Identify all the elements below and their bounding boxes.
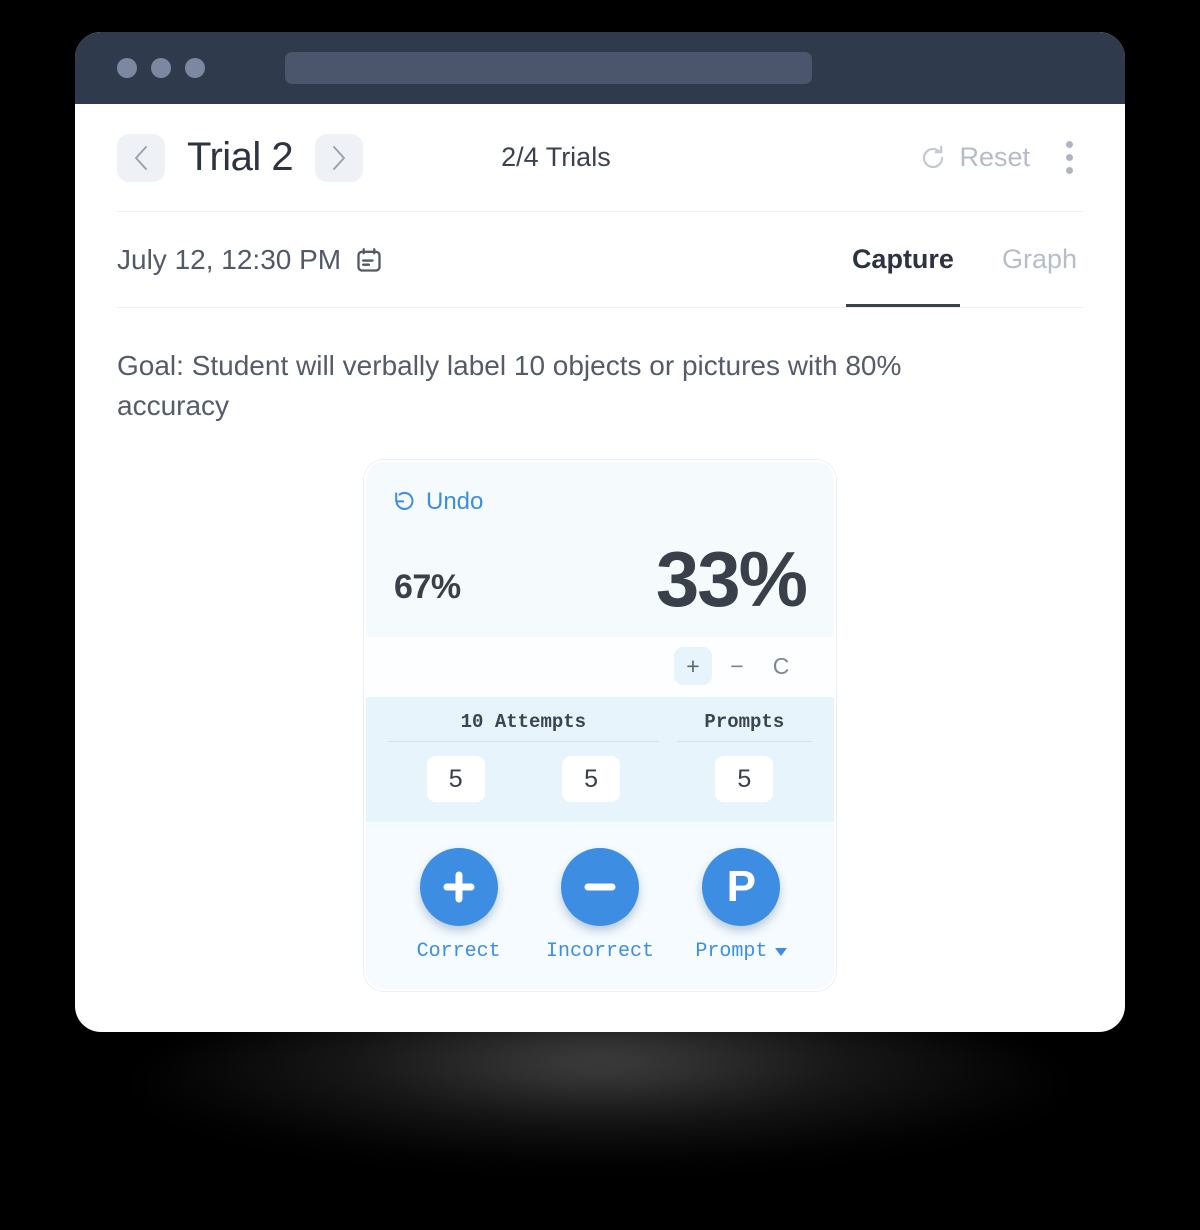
maximize-window-dot[interactable] (185, 58, 205, 78)
data-card-wrapper: Undo 67% 33% + − C 10 Attempts Prompts 5… (117, 426, 1083, 992)
primary-percentage: 33% (655, 534, 808, 623)
letter-p-icon: P (726, 862, 756, 912)
percentage-row: 67% 33% (392, 516, 808, 638)
prompt-label-text: Prompt (695, 940, 768, 964)
correct-count-field[interactable]: 5 (426, 756, 485, 803)
incorrect-button-label: Incorrect (545, 940, 654, 964)
prompt-button-label: Prompt (695, 940, 788, 964)
prompts-header: Prompts (676, 711, 812, 743)
chevron-right-icon (333, 145, 346, 170)
traffic-lights (117, 58, 205, 78)
session-date-picker[interactable]: July 12, 12:30 PM (117, 244, 383, 276)
screenshot-stage: Trial 2 2/4 Trials Reset July 12, 12:30 … (0, 0, 1200, 1230)
clear-button[interactable]: C (762, 647, 800, 685)
tab-capture[interactable]: Capture (845, 212, 960, 307)
prompts-count-field[interactable]: 5 (715, 756, 774, 803)
prompts-value-cell: 5 (677, 756, 812, 803)
meta-row: July 12, 12:30 PM Capture Graph (117, 212, 1083, 308)
minimize-window-dot[interactable] (151, 58, 171, 78)
correct-button[interactable]: Correct (388, 848, 529, 963)
data-collection-card: Undo 67% 33% + − C 10 Attempts Prompts 5… (364, 459, 836, 992)
secondary-percentage: 67% (394, 568, 461, 607)
trial-counter: 2/4 Trials (501, 142, 611, 172)
address-bar[interactable] (285, 52, 812, 84)
attempts-incorrect-cell: 5 (523, 756, 658, 803)
browser-titlebar (75, 32, 1125, 104)
trial-header: Trial 2 2/4 Trials Reset (117, 104, 1083, 212)
chevron-down-icon (775, 947, 788, 956)
correct-button-label: Correct (416, 940, 501, 964)
browser-window: Trial 2 2/4 Trials Reset July 12, 12:30 … (75, 32, 1125, 1032)
decrement-button[interactable]: − (718, 647, 756, 685)
card-summary-section: Undo 67% 33% (366, 461, 834, 638)
header-actions: Reset (919, 137, 1083, 178)
reset-button[interactable]: Reset (919, 142, 1030, 173)
increment-button[interactable]: + (674, 647, 712, 686)
minus-icon (584, 883, 616, 891)
more-options-button[interactable] (1056, 137, 1083, 178)
attempts-header: 10 Attempts (388, 711, 659, 743)
prompt-circle-icon: P (702, 848, 781, 927)
next-trial-button[interactable] (315, 133, 364, 182)
kebab-dot (1066, 154, 1073, 161)
counter-values: 5 5 5 (388, 756, 812, 803)
undo-icon (395, 491, 414, 510)
undo-label: Undo (426, 487, 484, 515)
minus-circle-icon (560, 848, 639, 927)
kebab-dot (1066, 141, 1073, 148)
goal-text: Goal: Student will verbally label 10 obj… (117, 350, 902, 421)
undo-button[interactable]: Undo (392, 488, 483, 516)
operations-row: + − C (366, 637, 834, 698)
counters-section: 10 Attempts Prompts 5 5 5 (366, 697, 834, 823)
counter-headers: 10 Attempts Prompts (388, 711, 812, 743)
kebab-dot (1066, 167, 1073, 174)
prompt-button[interactable]: P Prompt (671, 848, 812, 963)
page-title: Trial 2 (187, 135, 294, 179)
reset-label: Reset (959, 142, 1030, 172)
tab-graph[interactable]: Graph (996, 212, 1083, 307)
previous-trial-button[interactable] (117, 133, 165, 182)
window-drop-shadow (140, 1010, 1060, 1160)
incorrect-count-field[interactable]: 5 (562, 756, 621, 803)
refresh-icon (923, 145, 944, 168)
attempts-correct-cell: 5 (388, 756, 523, 803)
attempts-values: 5 5 (388, 756, 659, 803)
action-buttons-row: Correct Incorrect P Prompt (366, 822, 834, 990)
view-tabs: Capture Graph (845, 212, 1083, 307)
calendar-icon (357, 247, 381, 272)
chevron-left-icon (135, 145, 147, 170)
page-content: Trial 2 2/4 Trials Reset July 12, 12:30 … (75, 104, 1125, 992)
incorrect-button[interactable]: Incorrect (529, 848, 670, 963)
plus-circle-icon (419, 848, 498, 927)
session-date-label: July 12, 12:30 PM (117, 243, 342, 275)
close-window-dot[interactable] (117, 58, 137, 78)
plus-icon (443, 871, 475, 903)
